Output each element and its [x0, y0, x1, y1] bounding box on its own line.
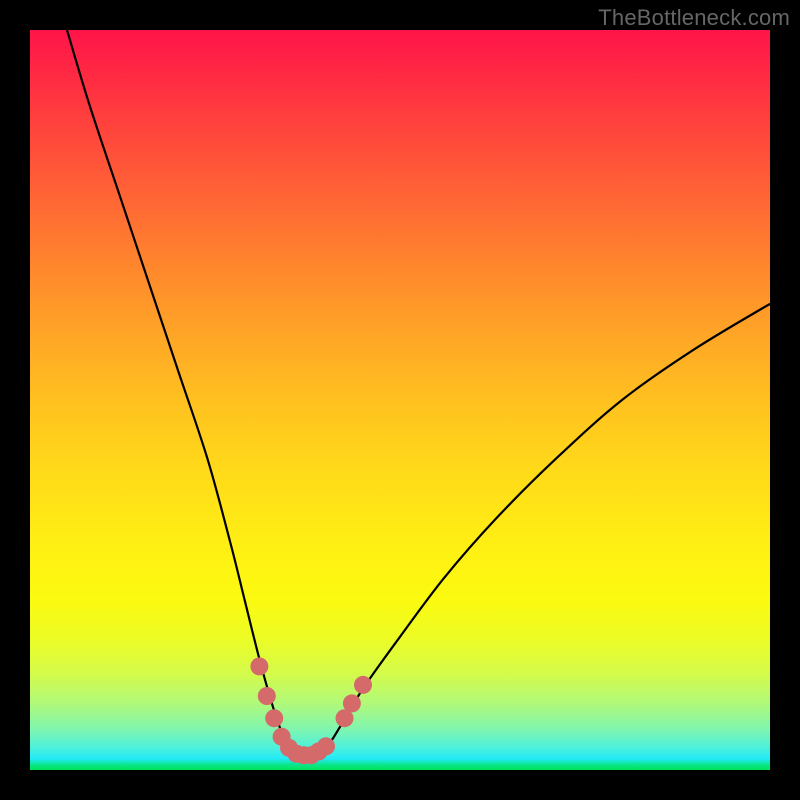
plot-area	[30, 30, 770, 770]
chart-svg	[30, 30, 770, 770]
bottleneck-curve-path	[67, 30, 770, 757]
watermark-text: TheBottleneck.com	[598, 5, 790, 31]
marker-point	[250, 657, 268, 675]
marker-point	[354, 676, 372, 694]
chart-frame: TheBottleneck.com	[0, 0, 800, 800]
marker-point	[317, 737, 335, 755]
marker-point	[265, 709, 283, 727]
marker-group	[250, 657, 372, 764]
marker-point	[343, 694, 361, 712]
marker-point	[258, 687, 276, 705]
